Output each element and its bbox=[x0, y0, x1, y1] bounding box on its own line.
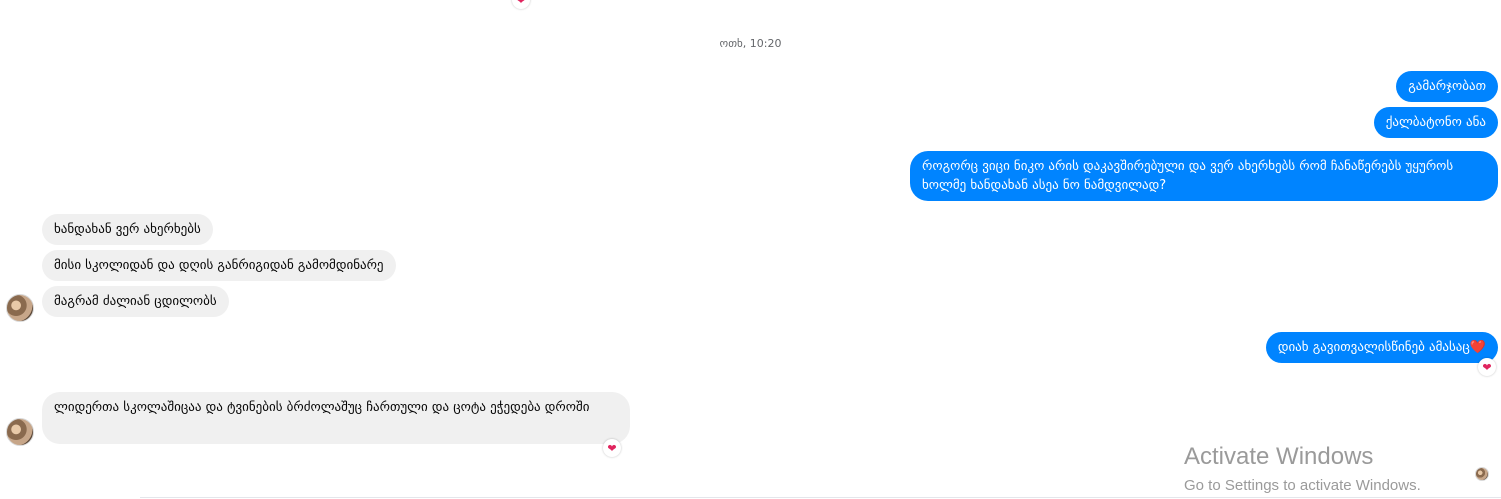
activate-windows-title: Activate Windows bbox=[1184, 443, 1374, 470]
outgoing-message[interactable]: როგორც ვიცი ნიკო არის დაკავშირებული და ვ… bbox=[910, 151, 1498, 201]
chat-thread: ❤ ოთხ, 10:20 გამარჯობათ ქალბატონო ანა რო… bbox=[0, 0, 1501, 499]
outgoing-message[interactable]: გამარჯობათ bbox=[1396, 71, 1498, 102]
contact-avatar[interactable] bbox=[6, 418, 34, 446]
incoming-message[interactable]: ლიდერთა სკოლაშიცაა და ტვინების ბრძოლაშუც… bbox=[42, 392, 630, 444]
divider bbox=[140, 497, 1501, 498]
outgoing-message[interactable]: ქალბატონო ანა bbox=[1373, 107, 1498, 138]
outgoing-message[interactable]: დიახ გავითვალისწინებ ამასაც❤️ bbox=[1265, 332, 1498, 363]
reaction-heart-icon[interactable]: ❤ bbox=[603, 439, 621, 457]
reaction-heart-icon[interactable]: ❤ bbox=[1478, 358, 1496, 376]
contact-avatar[interactable] bbox=[6, 294, 34, 322]
reaction-heart-icon[interactable]: ❤ bbox=[512, 0, 530, 9]
incoming-message[interactable]: მაგრამ ძალიან ცდილობს bbox=[42, 286, 229, 317]
message-timestamp: ოთხ, 10:20 bbox=[719, 37, 782, 50]
incoming-message[interactable]: მისი სკოლიდან და დღის განრიგიდან გამომდი… bbox=[42, 250, 396, 281]
incoming-message[interactable]: ხანდახან ვერ ახერხებს bbox=[42, 214, 213, 245]
activate-windows-subtitle: Go to Settings to activate Windows. bbox=[1184, 477, 1421, 494]
seen-avatar bbox=[1475, 467, 1489, 481]
